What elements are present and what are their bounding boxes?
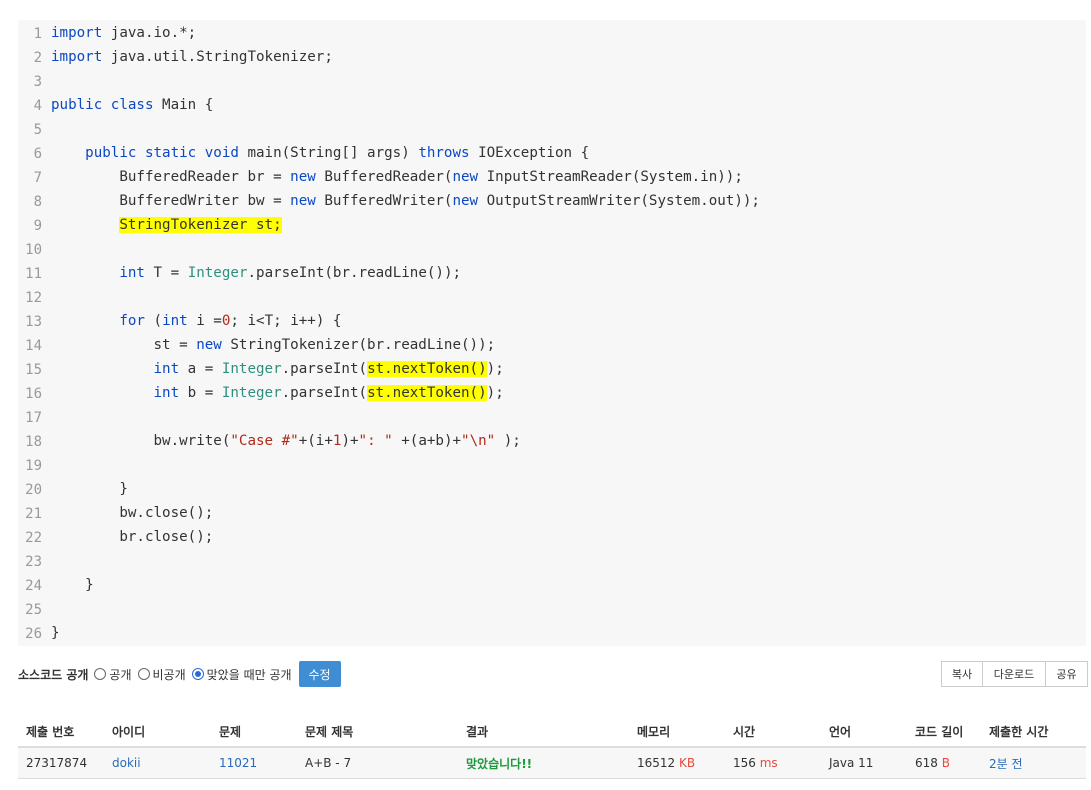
header-result: 결과 [458,716,629,748]
line-number: 3 [33,74,42,90]
result-badge: 맞았습니다!! [466,756,533,771]
line-number: 17 [25,410,42,426]
header-problem-title: 문제 제목 [297,716,458,748]
submitted-time-link[interactable]: 2분 전 [989,757,1023,771]
cell-time: 156 ms [725,747,821,779]
code-length-value: 618 [915,756,938,770]
code-line: int a = Integer.parseInt(st.nextToken())… [153,361,504,377]
submission-table: 제출 번호 아이디 문제 문제 제목 결과 메모리 시간 언어 코드 길이 제출… [18,716,1086,779]
cell-submission-id: 27317874 [18,747,104,779]
code-line: public class Main { [51,97,214,113]
memory-value: 16512 [637,756,676,770]
line-number: 14 [25,338,42,354]
option-public-label: 공개 [109,667,132,682]
line-number: 25 [25,602,42,618]
download-button[interactable]: 다운로드 [982,661,1046,687]
header-user: 아이디 [104,716,211,748]
code-line: public static void main(String[] args) t… [85,145,590,161]
time-value: 156 [733,756,756,770]
line-number: 24 [25,578,42,594]
memory-unit: KB [679,756,696,770]
code-line: } [51,577,94,593]
line-number: 6 [33,146,42,162]
code-line: import java.io.*; [51,25,197,41]
line-number: 12 [25,290,42,306]
line-number: 15 [25,362,42,378]
option-private-label: 비공개 [152,667,186,682]
header-language: 언어 [821,716,907,748]
line-number: 20 [25,482,42,498]
line-number: 2 [33,50,42,66]
code-line: bw.write("Case #"+(i+1)+": " +(a+b)+"\n"… [51,433,521,449]
line-number: 10 [25,242,42,258]
cell-language: Java 11 [821,747,907,779]
radio-public[interactable] [94,668,107,680]
code-viewer: 1 import java.io.*; 2 import java.util.Stri… [18,20,1086,646]
code-line: int T = Integer.parseInt(br.readLine()); [119,265,462,281]
line-number: 22 [25,530,42,546]
table-row: 27317874 dokii 11021 A+B - 7 맞았습니다!! 165… [18,747,1086,779]
line-number: 11 [25,266,42,282]
header-memory: 메모리 [629,716,725,748]
source-visibility-label: 소스코드 공개 [18,667,89,682]
code-line: BufferedReader br = new BufferedReader(n… [51,169,743,185]
line-number: 21 [25,506,42,522]
radio-private[interactable] [137,668,150,680]
edit-button[interactable]: 수정 [298,661,341,687]
header-submission-id: 제출 번호 [18,716,104,748]
code-line: import java.util.StringTokenizer; [51,49,333,65]
code-line: BufferedWriter bw = new BufferedWriter(n… [51,193,760,209]
line-number: 13 [25,314,42,330]
line-number: 4 [33,98,42,114]
header-code-length: 코드 길이 [907,716,981,748]
line-number: 18 [25,434,42,450]
line-number: 26 [25,626,42,642]
line-number: 9 [33,218,42,234]
cell-problem-title: A+B - 7 [297,747,458,779]
code-line: st = new StringTokenizer(br.readLine()); [51,337,496,353]
line-number: 5 [33,122,42,138]
line-number: 16 [25,386,42,402]
table-header-row: 제출 번호 아이디 문제 문제 제목 결과 메모리 시간 언어 코드 길이 제출… [18,716,1086,748]
problem-link[interactable]: 11021 [219,756,257,770]
code-actions: 복사 다운로드 공유 [941,661,1088,687]
copy-button[interactable]: 복사 [941,661,983,687]
share-button[interactable]: 공유 [1045,661,1088,687]
option-accepted-label: 맞았을 때만 공개 [206,667,292,682]
code-line: bw.close(); [51,505,214,521]
radio-public-when-accepted[interactable] [191,668,204,680]
code-line: } [51,625,60,641]
code-line: int b = Integer.parseInt(st.nextToken())… [153,385,504,401]
line-number: 7 [33,170,42,186]
code-length-unit: B [941,756,950,770]
line-number: 19 [25,458,42,474]
line-number: 23 [25,554,42,570]
line-number: 1 [33,26,42,42]
code-line: br.close(); [51,529,214,545]
header-submitted-time: 제출한 시간 [981,716,1086,748]
code-line: StringTokenizer st; [119,217,282,233]
time-unit: ms [759,756,778,770]
cell-memory: 16512 KB [629,747,725,779]
source-visibility-options: 소스코드 공개 공개 비공개 맞았을 때만 공개 수정 [18,661,341,687]
cell-code-length: 618 B [907,747,981,779]
code-line: } [51,481,128,497]
line-number: 8 [33,194,42,210]
code-line: for (int i =0; i<T; i++) { [119,313,342,329]
header-time: 시간 [725,716,821,748]
user-link[interactable]: dokii [112,756,141,770]
header-problem: 문제 [211,716,297,748]
